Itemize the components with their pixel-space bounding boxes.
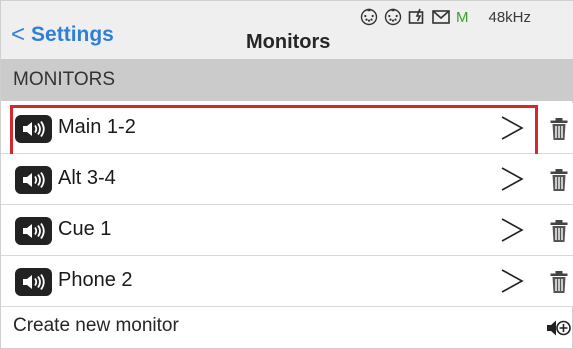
midi-out-icon [383,7,403,27]
monitor-row-cue[interactable]: Cue 1 [1,205,573,256]
back-label: Settings [31,23,114,46]
app-window: < Settings Monitors M 48kHz MONITORS Mai… [0,0,573,349]
speaker-icon [15,166,52,194]
monitor-label: Phone 2 [58,269,133,291]
trash-icon[interactable] [549,117,569,141]
status-bar: M 48kHz [359,6,531,28]
speaker-icon [15,268,52,296]
section-header: MONITORS [1,59,573,101]
create-monitor-button[interactable]: Create new monitor [1,305,573,349]
trash-icon[interactable] [549,270,569,294]
speaker-icon [15,115,52,143]
trash-icon[interactable] [549,168,569,192]
status-m-indicator: M [456,8,469,26]
chevron-right-icon[interactable] [497,113,527,143]
trash-icon[interactable] [549,219,569,243]
speaker-icon [15,217,52,245]
monitor-label: Cue 1 [58,218,112,240]
sample-rate: 48kHz [488,8,532,26]
chevron-right-icon[interactable] [497,266,527,296]
monitor-label: Main 1-2 [58,116,136,138]
page-title: Monitors [246,31,331,53]
usb-power-icon [407,7,427,27]
monitor-row-main[interactable]: Main 1-2 [1,103,573,159]
section-title: MONITORS [13,69,116,90]
chevron-right-icon[interactable] [497,164,527,194]
create-monitor-label: Create new monitor [13,315,179,336]
header-bar: < Settings Monitors M 48kHz [1,1,573,59]
mail-icon [431,7,451,27]
chevron-left-icon: < [11,21,26,48]
monitor-label: Alt 3-4 [58,167,116,189]
monitor-row-phone[interactable]: Phone 2 [1,256,573,307]
add-speaker-icon[interactable] [546,316,572,340]
monitor-row-alt[interactable]: Alt 3-4 [1,154,573,205]
back-button[interactable]: < Settings [11,21,114,49]
chevron-right-icon[interactable] [497,215,527,245]
midi-in-icon [359,7,379,27]
